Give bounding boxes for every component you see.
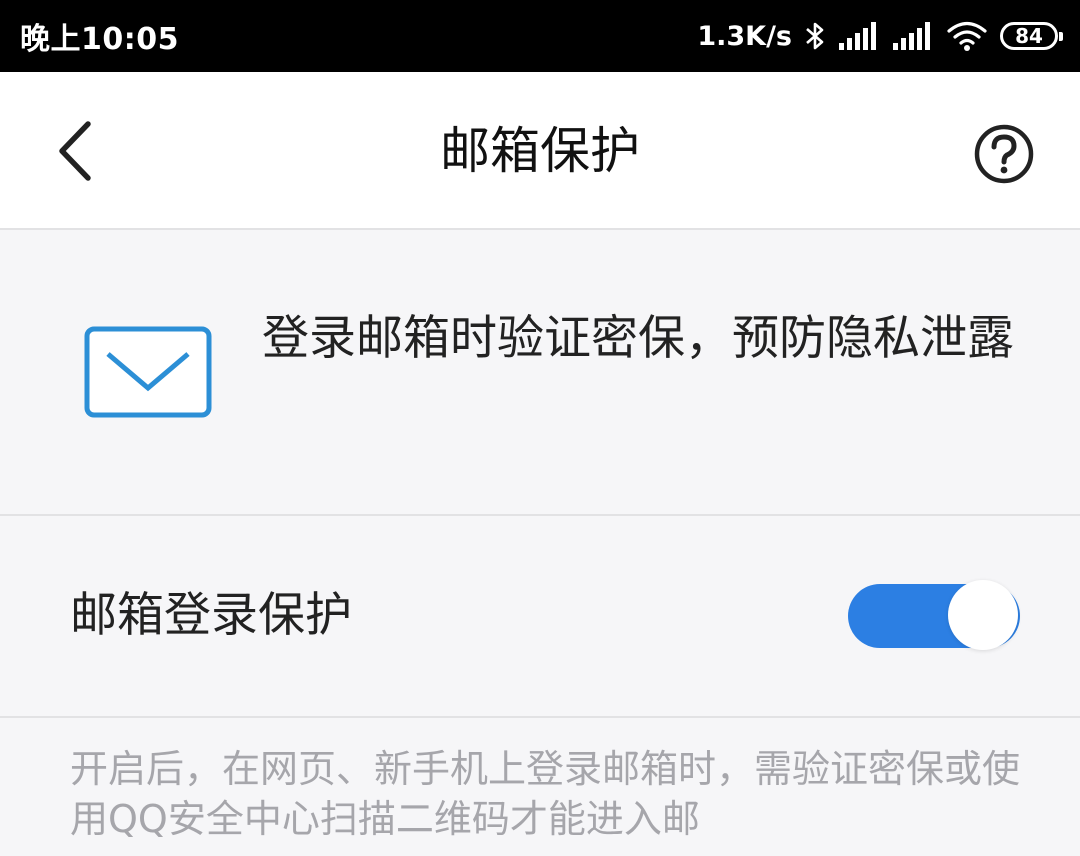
network-speed: 1.3K/s: [697, 20, 792, 52]
email-login-protection-row: 邮箱登录保护: [0, 516, 1080, 718]
intro-text: 登录邮箱时验证密保，预防隐私泄露: [262, 311, 1014, 366]
status-time: 晚上10:05: [20, 22, 179, 57]
battery-icon: 84: [1000, 22, 1063, 50]
help-button[interactable]: [972, 122, 1036, 186]
email-login-protection-toggle[interactable]: [848, 580, 1020, 650]
email-login-protection-label: 邮箱登录保护: [70, 588, 352, 643]
signal-icon: [838, 21, 880, 51]
intro-section: 登录邮箱时验证密保，预防隐私泄露: [0, 230, 1080, 516]
toggle-knob: [948, 580, 1018, 650]
signal-icon: [892, 21, 934, 51]
nav-bar: 邮箱保护: [0, 72, 1080, 230]
protection-description: 开启后，在网页、新手机上登录邮箱时，需验证密保或使用QQ安全中心扫描二维码才能进…: [70, 747, 1021, 841]
mail-icon: [84, 326, 212, 418]
page-title: 邮箱保护: [440, 122, 640, 180]
bluetooth-icon: [804, 20, 826, 52]
status-icons: 1.3K/s 84: [697, 20, 1063, 52]
status-bar: 晚上10:05 1.3K/s 84: [0, 0, 1080, 72]
wifi-icon: [946, 20, 988, 52]
question-circle-icon: [974, 124, 1034, 184]
